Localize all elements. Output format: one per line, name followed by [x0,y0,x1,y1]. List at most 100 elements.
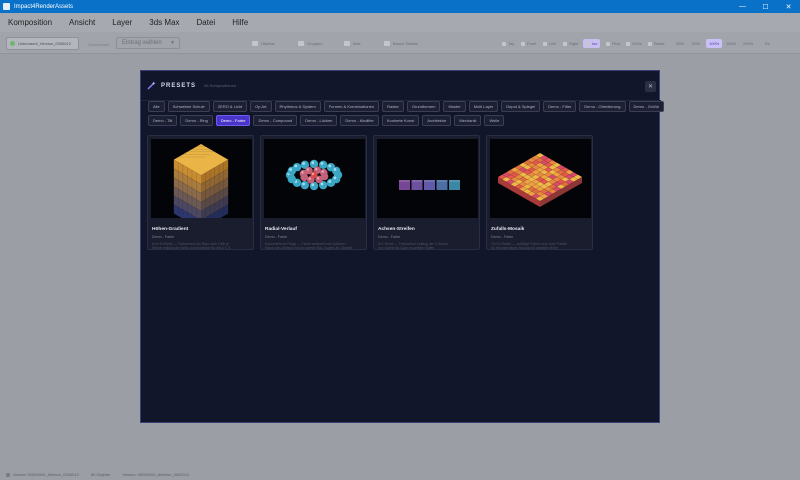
maximize-button[interactable]: ☐ [754,0,777,13]
menu-ansicht[interactable]: Ansicht [69,18,95,27]
project-chip[interactable]: Unbenannt_Version_0000012 [6,37,79,50]
preset-card-zufalls-mosaik[interactable]: Zufalls-Mosaik Demo - Farbe 10×10 Raster… [486,135,593,250]
preset-tag: Demo - Farbe [491,235,514,239]
menu-3dsmax[interactable]: 3ds Max [149,18,179,27]
preset-description: 5×1 Reihe — Farbverlauf entlang der X-Ac… [378,242,448,250]
category-chip[interactable]: Demo - Lücken [300,115,338,126]
menu-hilfe[interactable]: Hilfe [232,18,248,27]
category-chip[interactable]: Raster [382,101,404,112]
category-chip[interactable]: Welle [484,115,505,126]
preset-card-radial-verlauf[interactable]: Radial-Verlauf Demo - Farbe Konzentrisch… [260,135,367,250]
category-chip[interactable]: Demo - Ring [180,115,213,126]
close-window-button[interactable]: ✕ [777,0,800,13]
view-right[interactable]: Right [563,41,578,46]
preset-description: 6×6×6 Würfel — Farbverlauf von Blau nach… [152,242,231,250]
category-chip[interactable]: Rhythmus & System [274,101,321,112]
preset-name: Zufalls-Mosaik [491,227,525,232]
zoom-50[interactable]: 50% [692,41,700,46]
view-icon [502,41,506,46]
view-icon [521,41,525,46]
magic-wand-icon [147,81,156,90]
entry-dropdown[interactable]: Eintrag wählen ▼ [116,37,180,49]
presets-count: 36 Kompositionen [204,83,237,88]
category-chip[interactable]: Mechanik [454,115,482,126]
status-icon [6,472,10,477]
toolbar: Unbenannt_Version_0000012 Schnellwahl Ei… [0,32,800,54]
cube-icon [252,41,258,46]
category-row: Alle Schwebee Schule ZERO & Licht Op Art Rhy… [148,101,665,112]
preset-thumbnail [490,139,591,218]
status-version: Version 00000000_Ableton_0000012 [13,472,79,477]
status-version-2: Version: 00000000_Ableton_0000012 [122,472,190,477]
title-bar: Impact4RenderAssets — ☐ ✕ [0,0,800,13]
minimize-button[interactable]: — [731,0,754,13]
window-title: Impact4RenderAssets [14,3,74,10]
preset-tag: Demo - Farbe [265,235,288,239]
category-chip[interactable]: Schwebee Schule [167,101,210,112]
tool-groups[interactable]: Gruppen [298,41,323,46]
view-left[interactable]: Left [543,41,556,46]
view-pers[interactable]: Pers [606,41,620,46]
view-top[interactable]: Top [502,41,514,46]
category-chip[interactable]: Depot & Spiegel [501,101,541,112]
view-icon [563,41,567,46]
tool-objects[interactable]: Objekte [252,41,275,46]
zoom-200[interactable]: 200% [743,41,753,46]
status-bar: Version 00000000_Ableton_0000012 80 Obje… [0,469,800,480]
status-objects: 80 Objekte [90,472,111,477]
zoom-25[interactable]: 25% [676,41,684,46]
category-chip[interactable]: Op Art [250,101,272,112]
view-icon [586,41,590,46]
presets-dialog: PRESETS 36 Kompositionen ✕ Alle Schwebee … [140,70,665,423]
view-front[interactable]: Front [521,41,536,46]
category-chip[interactable]: Konkrete Kunst [381,115,420,126]
preset-name: Achsen-Streifen [378,227,415,232]
view-iso[interactable]: Iso [583,39,601,48]
category-chip[interactable]: Demo - Farbe [215,115,251,126]
category-chip[interactable]: Grundformen [406,101,441,112]
view-reset[interactable]: Reset [648,41,664,46]
menu-layer[interactable]: Layer [112,18,132,27]
category-chip[interactable]: Demo - Tilt [148,115,178,126]
category-chip[interactable]: Muster [443,101,466,112]
category-chip[interactable]: Demo - Compound [253,115,298,126]
category-filter: Alle Schwebee Schule ZERO & Licht Op Art Rhy… [148,101,665,129]
project-name: Unbenannt_Version_0000012 [18,41,71,46]
category-chip[interactable]: ZERO & Licht [212,101,248,112]
tool-max[interactable]: Max [344,41,361,46]
category-chip[interactable]: Demo - Orientierung [579,101,626,112]
category-chip[interactable]: Alle [148,101,165,112]
tool-table[interactable]: Bauch Tabelle [384,41,418,46]
preset-description: Konzentrische Ringe — Farbe wechselt vom… [265,242,353,250]
quick-select-label: Schnellwahl [88,42,110,47]
view-icon [626,41,630,46]
category-chip[interactable]: Architektur [422,115,452,126]
menu-komposition[interactable]: Komposition [8,18,52,27]
reset-icon [648,41,652,46]
max-icon [344,41,350,46]
app-icon [3,3,10,10]
preset-thumbnail [151,139,252,218]
preset-thumbnail [377,139,478,218]
preset-thumbnail [264,139,365,218]
menu-bar: Komposition Ansicht Layer 3ds Max Datei … [0,13,800,32]
preset-description: 10×10 Raster — zufällige Farben aus eine… [491,242,568,250]
preset-card-hoehen-gradient[interactable]: Höhen-Gradient Demo - Farbe 6×6×6 Würfel… [147,135,254,250]
category-chip[interactable]: Multi Layer [468,101,499,112]
preset-card-achsen-streifen[interactable]: Achsen-Streifen Demo - Farbe 5×1 Reihe —… [373,135,480,250]
presets-title: PRESETS [161,82,197,89]
close-icon[interactable]: ✕ [645,81,656,92]
zoom-150[interactable]: 150% [726,41,736,46]
zoom-fit[interactable]: Fit [765,41,769,46]
view-ortho[interactable]: Ortho [626,41,642,46]
presets-header: PRESETS 36 Kompositionen ✕ [141,71,661,101]
preset-grid: Höhen-Gradient Demo - Farbe 6×6×6 Würfel… [147,135,593,250]
menu-datei[interactable]: Datei [197,18,216,27]
category-chip[interactable]: Demo - Filter [543,101,577,112]
category-chip[interactable]: Formen & Kombinationen [323,101,380,112]
zoom-100[interactable]: 100% [706,39,723,48]
category-row: Demo - Tilt Demo - Ring Demo - Farbe Demo -… [148,115,654,126]
status-dot-icon [10,41,15,46]
category-chip[interactable]: Demo - Modifier [340,115,379,126]
category-chip[interactable]: Demo - Größe [628,101,665,112]
